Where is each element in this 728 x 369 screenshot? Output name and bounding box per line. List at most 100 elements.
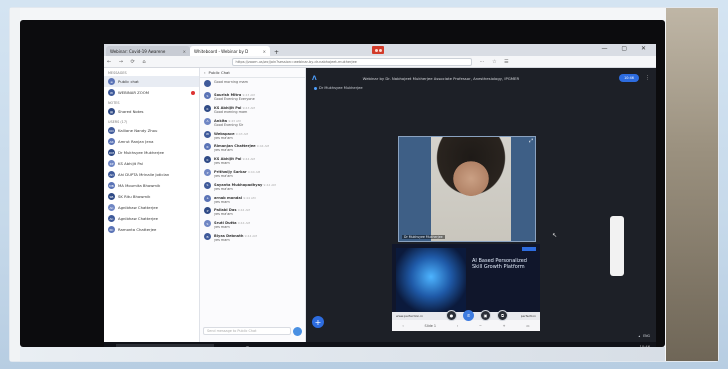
next-slide-icon[interactable]: › bbox=[457, 324, 458, 328]
chat-message-body: Ankita 9:43 AM Good Evening Sir bbox=[214, 118, 243, 128]
user-name: Amrut Ranjan Jena bbox=[118, 139, 154, 144]
chat-message-body: Sourish Mitra 9:43 AM Good Evening Everyo… bbox=[214, 92, 255, 102]
user-list-item[interactable]: DM Dr Mukhsyee Mukherjee bbox=[104, 147, 199, 158]
avatar: AC bbox=[108, 215, 115, 222]
user-list-item[interactable]: KP KS Abhijit Pal bbox=[104, 158, 199, 169]
nav-buttons-icon[interactable]: ← → ⟳ ⌂ bbox=[104, 59, 152, 65]
sidebar-item-shared-notes[interactable]: ▤ Shared Notes bbox=[104, 106, 199, 117]
user-list-item[interactable]: AC Agnibhaw Chatterjee bbox=[104, 202, 199, 213]
chat-text: yes ma'am bbox=[214, 212, 233, 217]
chat-text: yes ma'am bbox=[214, 148, 233, 153]
fullscreen-icon[interactable]: ⤢ bbox=[529, 138, 533, 144]
chat-icon: ≡ bbox=[108, 78, 115, 85]
zoom-in-icon[interactable]: + bbox=[503, 324, 506, 328]
chat-message: K KS Abhijit Pal 9:43 AM Good evening mam bbox=[200, 104, 305, 117]
avatar: S bbox=[204, 181, 211, 189]
zoom-out-icon[interactable]: − bbox=[479, 324, 482, 328]
chat-message: S Sourish Mitra 9:43 AM Good Evening Every… bbox=[200, 91, 305, 104]
new-tab-icon[interactable]: + bbox=[270, 49, 283, 56]
monitor-bezel: Webinar: Covid-19 Awarene × Whiteboard - … bbox=[20, 20, 665, 357]
user-list-item[interactable]: AD Ahi DUPTA Mrinalie Joticlan bbox=[104, 169, 199, 180]
fit-icon[interactable]: ▭ bbox=[526, 324, 529, 328]
chat-text: yes ma'am bbox=[214, 174, 233, 179]
chat-input[interactable]: Send message to Public Chat bbox=[203, 327, 291, 335]
section-title-notes: NOTES bbox=[108, 101, 120, 105]
chat-message-body: KS Abhijit Pal 9:43 AM Good evening mam bbox=[214, 105, 255, 115]
chat-message: S Sayanta Mukhopadhyay 9:44 AM yes ma'am bbox=[200, 180, 305, 193]
browser-tab-2[interactable]: Whiteboard - Webinar by D × bbox=[190, 46, 270, 56]
slide-controls: ‹ Slide 1 › − + ▭ bbox=[392, 320, 540, 331]
chat-message-body: KS Abhijit Pal 9:44 AM yes mam bbox=[214, 156, 255, 166]
user-list-item[interactable]: KN Kalliane Nandy Zhou bbox=[104, 125, 199, 136]
chat-time: 9:44 AM bbox=[263, 182, 276, 187]
mic-icon[interactable]: ● bbox=[446, 310, 457, 321]
slide-accent-bar bbox=[522, 247, 536, 251]
slide-brand: perfection bbox=[520, 314, 536, 318]
user-name: MA Moumita Bhowmik bbox=[118, 183, 161, 188]
close-icon[interactable]: × bbox=[263, 49, 266, 54]
chat-time: 9:44 AM bbox=[243, 195, 256, 200]
monitor-side-buttons bbox=[610, 216, 624, 276]
avatar: AC bbox=[108, 204, 115, 211]
presenter-label: Dr Mukhsyee Mukherjee bbox=[314, 86, 363, 90]
screen-share-icon[interactable]: ⧉ bbox=[497, 310, 508, 321]
chat-text: yes mam bbox=[214, 225, 230, 230]
close-icon[interactable]: × bbox=[183, 49, 186, 54]
avatar: K bbox=[204, 156, 211, 164]
chat-time: 9:44 AM bbox=[256, 144, 270, 149]
phone-icon[interactable]: ✆ bbox=[463, 310, 474, 321]
address-bar-row: ← → ⟳ ⌂ https://zoom.us/wc/join?session=… bbox=[104, 56, 656, 68]
avatar: B bbox=[204, 233, 211, 241]
app-logo-icon: ᐱ bbox=[312, 74, 317, 82]
network-icon[interactable]: ▴ bbox=[639, 334, 641, 338]
actions-button[interactable]: + bbox=[312, 316, 324, 328]
chat-text: Good evening mam bbox=[214, 110, 248, 115]
avatar: K bbox=[204, 105, 211, 113]
prev-slide-icon[interactable]: ‹ bbox=[402, 324, 403, 328]
chat-message: A Ankita 9:43 AM Good Evening Sir bbox=[200, 116, 305, 129]
webinar-main-area: ᐱ Webinar by Dr. Nabhojeet Mukherjee Ass… bbox=[306, 68, 656, 342]
chat-message-body: Sruti Dutta 9:44 AM yes mam bbox=[214, 220, 250, 230]
avatar: AR bbox=[108, 138, 115, 145]
user-list-item[interactable]: SB SK Ritu Bhowmik bbox=[104, 191, 199, 202]
recording-timer: 10:46 bbox=[619, 74, 639, 82]
user-list-item[interactable]: RC Ramonta Chatterjee bbox=[104, 224, 199, 235]
user-list-item[interactable]: MB MA Moumita Bhowmik bbox=[104, 180, 199, 191]
avatar: AD bbox=[108, 171, 115, 178]
toolbar-extension-icons[interactable]: ⋯ ☆ ☰ bbox=[480, 59, 512, 65]
avatar: DM bbox=[108, 149, 115, 156]
chat-message: B Biyas Debnath 9:44 AM yes mam bbox=[200, 232, 305, 245]
avatar bbox=[204, 79, 211, 87]
presenter-name: Dr Mukhsyee Mukherjee bbox=[319, 86, 363, 90]
user-list-item[interactable]: AR Amrut Ranjan Jena bbox=[104, 136, 199, 147]
webinar-header: ᐱ Webinar by Dr. Nabhojeet Mukherjee Ass… bbox=[306, 68, 656, 88]
window-controls[interactable]: — ▢ ✕ bbox=[601, 45, 652, 52]
chat-time: 9:44 AM bbox=[237, 221, 251, 226]
sidebar-item-webinar-zoom[interactable]: W WEBINAR ZOOM bbox=[104, 87, 199, 98]
send-button[interactable] bbox=[293, 327, 302, 336]
chat-message: K KS Abhijit Pal 9:44 AM yes mam bbox=[200, 155, 305, 168]
language-indicator[interactable]: ENG bbox=[643, 334, 650, 338]
webcam-video[interactable]: Dr Mukhsyee Mukherjee ⤢ bbox=[398, 136, 536, 242]
presenter-video-feed bbox=[431, 137, 511, 241]
camera-icon[interactable]: ▣ bbox=[480, 310, 491, 321]
chevron-left-icon[interactable]: ‹ bbox=[204, 70, 206, 75]
sidebar-item-public-chat[interactable]: ≡ Public chat bbox=[104, 76, 199, 87]
browser-tab-1[interactable]: Webinar: Covid-19 Awarene × bbox=[106, 46, 190, 56]
avatar: a bbox=[204, 194, 211, 202]
user-name: Agnibhaw Chatterjee bbox=[118, 216, 158, 221]
url-input[interactable]: https://zoom.us/wc/join?session=webinar-… bbox=[231, 57, 472, 66]
monitor-screen: Webinar: Covid-19 Awarene × Whiteboard - … bbox=[104, 44, 656, 357]
mouse-cursor-icon: ↖ bbox=[552, 232, 558, 239]
avatar: MB bbox=[108, 182, 115, 189]
avatar: R bbox=[204, 143, 211, 151]
avatar: A bbox=[204, 117, 211, 125]
chat-message-body: Sayanta Mukhopadhyay 9:44 AM yes ma'am bbox=[214, 182, 276, 192]
slide-selector[interactable]: Slide 1 bbox=[425, 324, 437, 328]
chat-message: Good morning mam bbox=[200, 78, 305, 91]
user-name: Agnibhaw Chatterjee bbox=[118, 205, 158, 210]
unread-badge bbox=[191, 90, 195, 95]
section-title-users: USERS (17) bbox=[108, 120, 128, 124]
more-options-icon[interactable]: ⋮ bbox=[645, 75, 650, 81]
user-list-item[interactable]: AC Agnibhaw Chatterjee bbox=[104, 213, 199, 224]
